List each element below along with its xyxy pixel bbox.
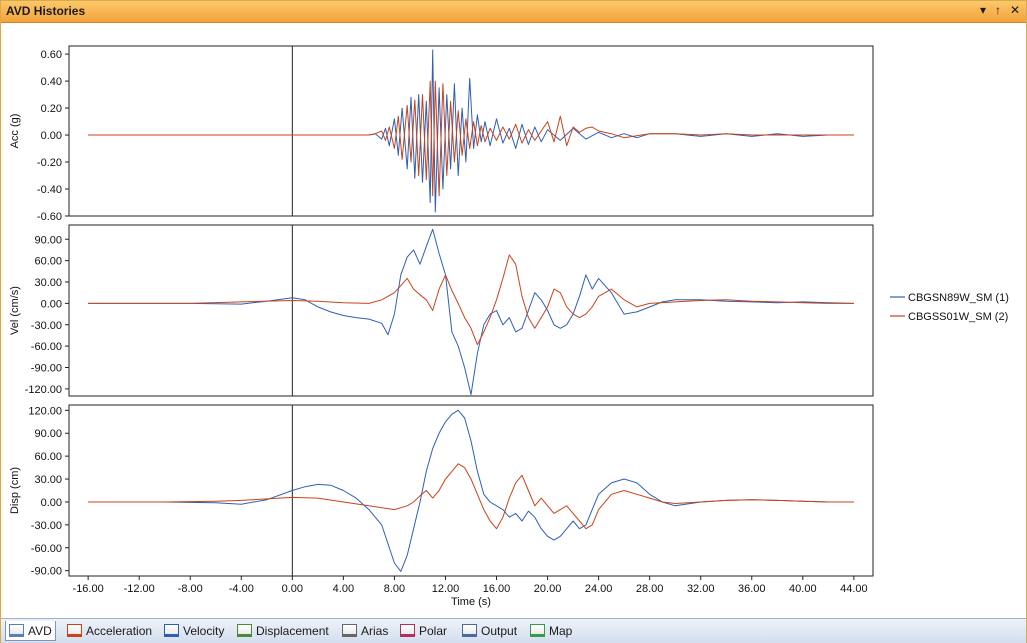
x-axis-label: Time (s): [451, 596, 491, 608]
tab-label: Displacement: [256, 623, 329, 638]
x-tick-label: 4.00: [333, 583, 354, 595]
x-tick-label: -8.00: [178, 583, 203, 595]
y-tick-label: -0.20: [37, 157, 62, 169]
y-axis-label: Vel (cm/s): [9, 286, 21, 335]
y-tick-label: 30.00: [34, 277, 62, 289]
arias-icon: [342, 624, 357, 637]
y-tick-label: -30.00: [31, 320, 62, 332]
tab-label: Output: [481, 623, 518, 638]
tab-polar[interactable]: Polar: [397, 621, 450, 640]
dropdown-icon[interactable]: ▾: [980, 3, 986, 17]
x-tick-label: 28.00: [636, 583, 664, 595]
tab-arias[interactable]: Arias: [339, 621, 391, 640]
window-title: AVD Histories: [6, 4, 86, 18]
y-tick-label: 60.00: [34, 256, 62, 268]
tab-avd[interactable]: AVD: [5, 621, 56, 641]
plot-frame: [68, 224, 874, 397]
x-tick-label: 16.00: [483, 583, 511, 595]
tab-label: Map: [549, 623, 573, 638]
panel-3: 120.00 90.00 60.00 30.00 0.00 -30.00 -60.00 -90…: [9, 404, 874, 578]
velocity-icon: [164, 624, 179, 637]
x-tick-label: 40.00: [789, 583, 817, 595]
y-tick-label: 30.00: [34, 474, 62, 486]
y-tick-label: -60.00: [31, 341, 62, 353]
x-tick-label: 12.00: [432, 583, 460, 595]
y-tick-label: -120.00: [25, 384, 62, 396]
y-tick-label: 120.00: [28, 405, 62, 417]
output-icon: [462, 624, 477, 637]
pin-icon[interactable]: ↑: [995, 3, 1001, 17]
displacement-icon: [237, 624, 252, 637]
avd-chart: 0.60 0.40 0.20 0.00 -0.20 -0.40 -0.60 Acc (g) 90…: [9, 45, 1009, 608]
legend-label: CBGSS01W_SM (2): [908, 311, 1008, 323]
x-tick-label: 36.00: [738, 583, 766, 595]
x-tick-label: 24.00: [585, 583, 613, 595]
y-tick-label: -0.40: [37, 184, 62, 196]
x-tick-label: 32.00: [687, 583, 715, 595]
polar-icon: [400, 624, 415, 637]
x-tick-label: 8.00: [384, 583, 405, 595]
y-tick-label: -30.00: [31, 520, 62, 532]
tab-velocity[interactable]: Velocity: [161, 621, 227, 640]
y-tick-label: 0.00: [41, 298, 62, 310]
y-tick-label: 0.00: [41, 130, 62, 142]
tab-label: AVD: [28, 623, 52, 638]
map-icon: [530, 624, 545, 637]
tab-label: Arias: [361, 623, 389, 638]
tab-map[interactable]: Map: [527, 621, 575, 640]
y-tick-label: 0.20: [41, 103, 62, 115]
plot-frame: [68, 45, 874, 217]
tab-displacement[interactable]: Displacement: [234, 621, 332, 640]
y-tick-label: 90.00: [34, 234, 62, 246]
avd-icon: [9, 624, 24, 637]
y-tick-label: -90.00: [31, 363, 62, 375]
tab-label: Acceleration: [86, 623, 153, 638]
panel-1: 0.60 0.40 0.20 0.00 -0.20 -0.40 -0.60 Acc (g): [9, 45, 874, 223]
tab-bar: AVD Acceleration Velocity Displacement Arias…: [1, 618, 1026, 643]
panel-2: 90.00 60.00 30.00 0.00 -30.00 -60.00 -90.00 -12…: [9, 224, 874, 397]
y-tick-label: 0.00: [41, 497, 62, 509]
y-tick-label: 60.00: [34, 451, 62, 463]
plot-frame: [68, 404, 874, 577]
x-tick-label: -4.00: [229, 583, 254, 595]
x-tick-label: -16.00: [73, 583, 104, 595]
y-tick-label: -0.60: [37, 211, 62, 223]
tab-output[interactable]: Output: [459, 621, 520, 640]
x-tick-label: 44.00: [840, 583, 868, 595]
y-tick-label: -90.00: [31, 566, 62, 578]
legend: CBGSN89W_SM (1) CBGSS01W_SM (2): [890, 292, 1009, 323]
tab-label: Polar: [419, 623, 448, 638]
x-tick-label: 0.00: [282, 583, 303, 595]
y-tick-label: 90.00: [34, 428, 62, 440]
legend-label: CBGSN89W_SM (1): [908, 292, 1009, 304]
tab-label: Velocity: [183, 623, 225, 638]
avd-histories-window: AVD Histories ▾ ↑ ✕ 0.60 0.40 0.20 0.00 -0.2…: [0, 0, 1027, 643]
y-tick-label: -60.00: [31, 543, 62, 555]
window-titlebar: AVD Histories ▾ ↑ ✕: [1, 1, 1026, 23]
y-axis-label: Disp (cm): [9, 467, 21, 514]
y-tick-label: 0.40: [41, 76, 62, 88]
x-tick-label: 20.00: [534, 583, 562, 595]
y-tick-label: 0.60: [41, 49, 62, 61]
y-axis-label: Acc (g): [9, 114, 21, 149]
close-icon[interactable]: ✕: [1010, 3, 1020, 17]
x-tick-label: -12.00: [124, 583, 155, 595]
acceleration-icon: [67, 624, 82, 637]
tab-acceleration[interactable]: Acceleration: [64, 621, 155, 640]
